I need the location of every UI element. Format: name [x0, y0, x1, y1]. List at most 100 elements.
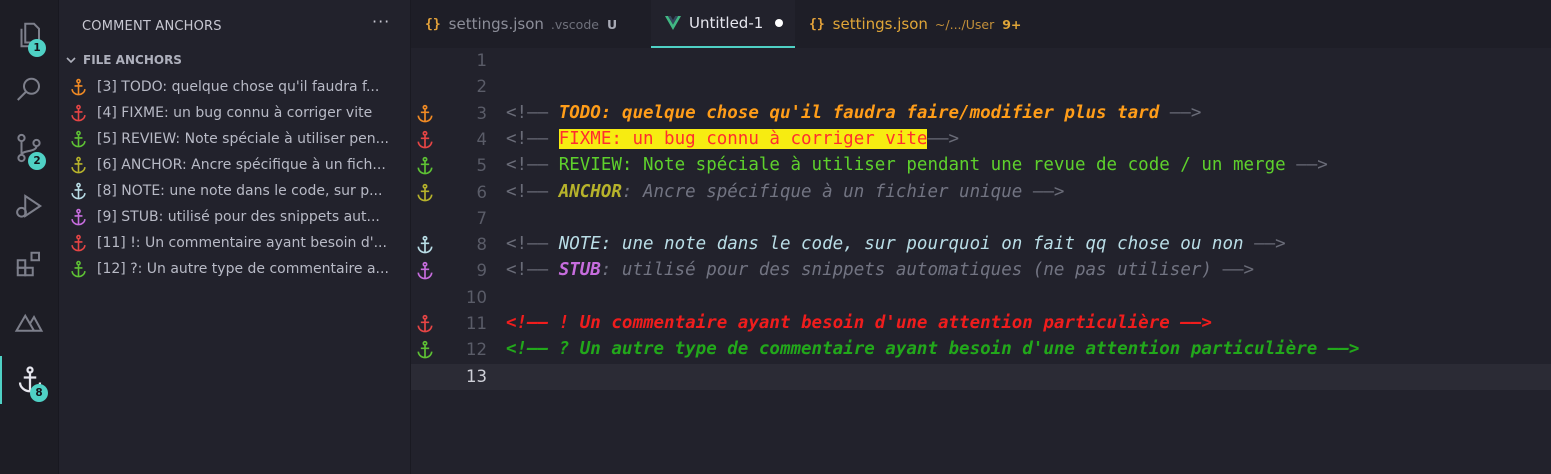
- line-number: 10: [466, 287, 487, 307]
- editor: {} settings.json .vscode U Untitled-1 {}…: [411, 0, 1551, 474]
- code-line[interactable]: 3 <!—— TODO: quelque chose qu'il faudra f…: [411, 101, 1551, 127]
- anchor-list-item[interactable]: [3] TODO: quelque chose qu'il faudra f..…: [69, 74, 404, 100]
- comment-anchors-button[interactable]: 8: [0, 356, 58, 404]
- gutter-anchor-icon: [417, 104, 433, 122]
- line-number: 4: [476, 129, 488, 149]
- extensions-button[interactable]: [0, 240, 58, 288]
- anchor-list-item[interactable]: [4] FIXME: un bug connu à corriger vite: [69, 100, 404, 126]
- code-line[interactable]: 2: [411, 74, 1551, 100]
- line-number: 2: [476, 77, 488, 97]
- comment-close: ——>: [1285, 155, 1328, 176]
- explorer-button[interactable]: 1: [0, 11, 58, 59]
- activity-bar: 1 2 8: [0, 0, 59, 474]
- gutter-anchor-icon: [417, 235, 433, 254]
- run-debug-button[interactable]: [0, 182, 58, 230]
- sidebar: COMMENT ANCHORS ··· FILE ANCHORS [3] TOD…: [59, 0, 411, 474]
- search-button[interactable]: [0, 66, 58, 114]
- code-line[interactable]: 12 <!—— ? Un autre type de commentaire ay…: [411, 337, 1551, 363]
- anchor-icon: [71, 130, 86, 147]
- code-line[interactable]: 4 <!—— FIXME: un bug connu à corriger vit…: [411, 127, 1551, 153]
- tab-description: .vscode: [550, 16, 599, 32]
- tab-label: settings.json: [832, 15, 928, 33]
- tab-settings-json-vscode[interactable]: {} settings.json .vscode U: [425, 0, 629, 48]
- anchor-label: [4] FIXME: un bug connu à corriger vite: [97, 105, 373, 121]
- tab-settings-json-user[interactable]: {} settings.json ~/.../User 9+: [809, 0, 1021, 48]
- comment-open: <!——: [506, 313, 559, 333]
- anchor-label: [3] TODO: quelque chose qu'il faudra f..…: [97, 79, 380, 95]
- anchor-label: [9] STUB: utilisé pour des snippets aut.…: [97, 209, 380, 225]
- anchor-list-item[interactable]: [5] REVIEW: Note spéciale à utiliser pen…: [69, 126, 404, 152]
- comment-close: ——>: [1022, 181, 1065, 202]
- comment-body: : utilisé pour des snippets automatiques…: [600, 260, 1212, 281]
- code-text: <!—— NOTE: une note dans le code, sur po…: [506, 234, 1286, 254]
- comment-open: <!——: [506, 128, 559, 149]
- comment-open: <!——: [506, 339, 559, 360]
- anchor-label: [6] ANCHOR: Ancre spécifique à un fich..…: [97, 157, 386, 173]
- code-text: <!—— REVIEW: Note spéciale à utiliser pe…: [506, 155, 1328, 175]
- more-actions-button[interactable]: ···: [372, 12, 390, 31]
- comment-body: ? Un autre type de commentaire ayant bes…: [558, 339, 1318, 360]
- tab-label: settings.json: [448, 15, 544, 33]
- extensions-icon: [16, 251, 40, 277]
- code-text: <!—— TODO: quelque chose qu'il faudra fa…: [506, 103, 1201, 123]
- comment-body: TODO: quelque chose qu'il faudra faire/m…: [558, 102, 1160, 123]
- comment-close: ——>: [1159, 102, 1202, 123]
- line-number: 8: [476, 235, 488, 255]
- anchor-icon: [71, 208, 86, 225]
- comment-close: ——>: [1243, 234, 1286, 255]
- tab-status: U: [606, 16, 618, 32]
- anchor-list-item[interactable]: [6] ANCHOR: Ancre spécifique à un fich..…: [69, 152, 404, 178]
- unsaved-dot-icon[interactable]: [775, 19, 784, 27]
- anchor-icon: [71, 156, 86, 173]
- anchors-badge: 8: [30, 384, 48, 402]
- line-number: 7: [476, 208, 488, 228]
- json-icon: {}: [425, 16, 441, 32]
- code-text: <!—— STUB: utilisé pour des snippets aut…: [506, 260, 1254, 280]
- code-line[interactable]: 10: [411, 285, 1551, 311]
- anchor-list-item[interactable]: [11] !: Un commentaire ayant besoin d'..…: [69, 230, 404, 256]
- line-number: 12: [466, 340, 487, 360]
- anchor-list-item[interactable]: [12] ?: Un autre type de commentaire a..…: [69, 256, 404, 282]
- gutter-anchor-icon: [417, 183, 433, 201]
- code-line[interactable]: 5 <!—— REVIEW: Note spéciale à utiliser p…: [411, 153, 1551, 179]
- comment-keyword: ANCHOR: [558, 181, 622, 202]
- anchor-list-item[interactable]: [8] NOTE: une note dans le code, sur p..…: [69, 178, 404, 204]
- comment-open: <!——: [506, 181, 559, 202]
- gutter-anchor-icon: [417, 130, 433, 149]
- anchor-list-item[interactable]: [9] STUB: utilisé pour des snippets aut.…: [69, 204, 404, 230]
- anchor-icon: [71, 234, 86, 251]
- source-control-button[interactable]: 2: [0, 124, 58, 172]
- file-anchors-section[interactable]: FILE ANCHORS: [65, 53, 182, 67]
- comment-keyword: STUB: [558, 260, 601, 281]
- code-line[interactable]: 9 <!—— STUB: utilisé pour des snippets au…: [411, 258, 1551, 284]
- comment-close: ——>: [1169, 313, 1212, 333]
- vue-icon: [665, 16, 681, 30]
- json-icon: {}: [809, 16, 825, 32]
- line-number: 11: [466, 314, 487, 333]
- source-control-badge: 2: [28, 152, 46, 170]
- code-line[interactable]: 1: [411, 48, 1551, 74]
- chevron-down-icon: [66, 57, 76, 64]
- code-line[interactable]: 6 <!—— ANCHOR: Ancre spécifique à un fich…: [411, 180, 1551, 206]
- comment-close: ——>: [1317, 339, 1360, 360]
- comment-body: ! Un commentaire ayant besoin d'une atte…: [558, 313, 1170, 333]
- comment-open: <!——: [506, 234, 559, 255]
- nuxt-button[interactable]: [0, 298, 58, 346]
- anchor-icon: [71, 78, 86, 95]
- tab-bar: {} settings.json .vscode U Untitled-1 {}…: [411, 0, 1551, 48]
- code-line[interactable]: 11 <!—— ! Un commentaire ayant besoin d'u…: [411, 311, 1551, 337]
- anchor-label: [5] REVIEW: Note spéciale à utiliser pen…: [97, 131, 389, 147]
- tab-description: ~/.../User: [934, 16, 995, 32]
- code-text: <!—— FIXME: un bug connu à corriger vite…: [506, 128, 959, 149]
- search-icon: [17, 77, 40, 101]
- code-line[interactable]: 7: [411, 206, 1551, 232]
- tab-problems-badge: 9+: [1002, 16, 1022, 32]
- run-debug-icon: [16, 194, 43, 218]
- anchor-label: [12] ?: Un autre type de commentaire a..…: [97, 261, 389, 277]
- tab-untitled-1[interactable]: Untitled-1: [651, 0, 795, 48]
- code-line[interactable]: 8 <!—— NOTE: une note dans le code, sur p…: [411, 232, 1551, 258]
- line-number: 6: [476, 182, 488, 202]
- anchor-icon: [71, 104, 86, 121]
- code-line[interactable]: 13: [411, 363, 1551, 390]
- nuxt-icon: [14, 313, 44, 332]
